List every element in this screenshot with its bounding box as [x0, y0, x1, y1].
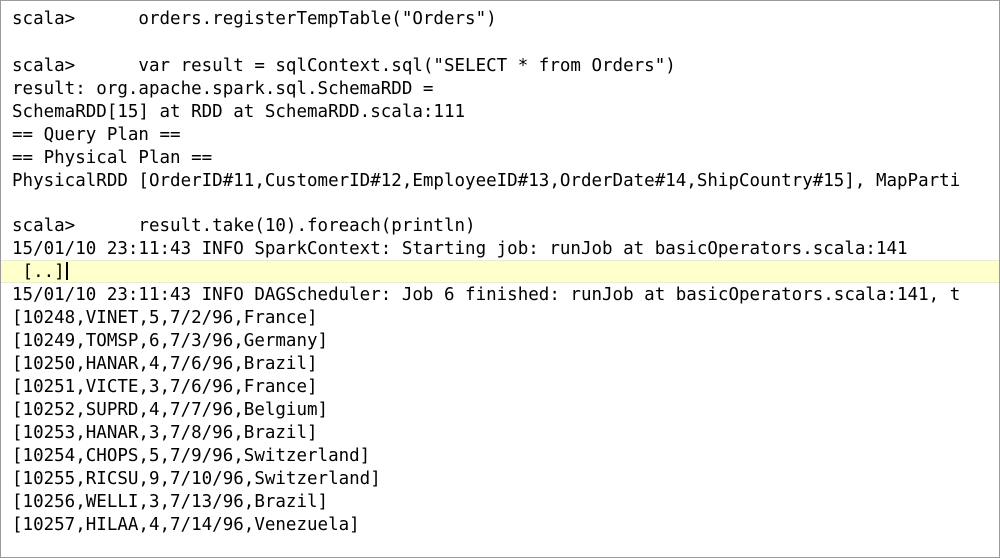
console-line: [10249,TOMSP,6,7/3/96,Germany] [12, 331, 329, 351]
console-line-text: [..] [12, 262, 65, 282]
console-line: SchemaRDD[15] at RDD at SchemaRDD.scala:… [12, 102, 466, 122]
console-line: result: org.apache.spark.sql.SchemaRDD = [12, 79, 434, 99]
terminal-window: scala> orders.registerTempTable("Orders"… [0, 0, 1000, 558]
current-line-highlight [1, 260, 999, 283]
console-line: [10252,SUPRD,4,7/7/96,Belgium] [12, 400, 329, 420]
console-line: scala> orders.registerTempTable("Orders"… [12, 9, 497, 29]
console-line: 15/01/10 23:11:43 INFO SparkContext: Sta… [12, 239, 908, 259]
console-line: [10255,RICSU,9,7/10/96,Switzerland] [12, 469, 381, 489]
console-line: PhysicalRDD [OrderID#11,CustomerID#12,Em… [12, 171, 961, 191]
console-line: [10256,WELLI,3,7/13/96,Brazil] [12, 492, 329, 512]
console-line: [10254,CHOPS,5,7/9/96,Switzerland] [12, 446, 371, 466]
console-output[interactable]: scala> orders.registerTempTable("Orders"… [1, 1, 999, 557]
text-cursor [65, 262, 68, 280]
console-line: [10253,HANAR,3,7/8/96,Brazil] [12, 423, 318, 443]
console-line: 15/01/10 23:11:43 INFO DAGScheduler: Job… [12, 285, 961, 305]
console-line: [10257,HILAA,4,7/14/96,Venezuela] [12, 515, 360, 535]
console-line: scala> result.take(10).foreach(println) [12, 216, 476, 236]
console-line: == Physical Plan == [12, 148, 213, 168]
console-line: [10250,HANAR,4,7/6/96,Brazil] [12, 354, 318, 374]
console-line-current[interactable]: [..] [12, 261, 68, 284]
console-line: == Query Plan == [12, 125, 181, 145]
console-line: [10251,VICTE,3,7/6/96,France] [12, 377, 318, 397]
console-line: [10248,VINET,5,7/2/96,France] [12, 308, 318, 328]
console-line: scala> var result = sqlContext.sql("SELE… [12, 56, 676, 76]
